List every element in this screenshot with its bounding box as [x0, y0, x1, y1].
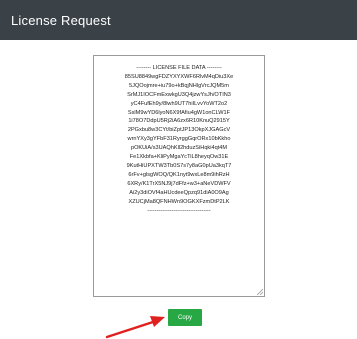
license-line: 6rFv+glsgWOQ/QK1nyt9wxLe8m9ihRzH: [128, 171, 230, 178]
license-line: 6XRy/K1TrX5NJ9j7dFfz+w3+aNeVDWFV: [127, 180, 231, 187]
license-text: -------- LICENSE FILE DATA -------- 85SU…: [96, 64, 262, 215]
license-line: pOKUiA/s3UAQhKll2hduzSiHqki4qt4M: [130, 145, 228, 152]
title-bar: License Request: [0, 0, 357, 40]
license-textarea[interactable]: -------- LICENSE FILE DATA -------- 85SU…: [93, 55, 265, 297]
license-line: 1i78O7DdpU5Rj2iA6zx6R10KnuQ2915Y: [128, 118, 230, 125]
license-footer-line: ----------------------------------: [147, 207, 211, 214]
license-line: 9KutHiUPXTW3Tb0S7s7y8aG0pUa3kqT7: [126, 162, 232, 169]
license-line: XZUCjMa8QFNHWn9OGKXFzmDtP2LK: [128, 198, 230, 205]
license-line: 5JQOojmre+iu79o+kBqjNHlgVrcJQM5m: [129, 82, 229, 89]
license-line: 85SU8849wgFDZYXYXWF6RlvM4qDiu3Xe: [124, 73, 234, 80]
license-line: Fe1Xkbfa+KliPyMgaYcTiL8heyqOw31E: [129, 154, 229, 161]
page-title: License Request: [11, 12, 111, 28]
license-line: 2PGxbu8w3CYt/biZptJP13OkpXJGAGcV: [127, 127, 231, 134]
resize-grip-icon[interactable]: [256, 288, 263, 295]
license-line: Ai2y3diOVf4aHUcdeeQpzq91diA0O9Ag: [129, 189, 229, 196]
license-line: wrnYXy3gYFbF31RyrggGqrORx10bKkho: [127, 136, 231, 143]
copy-button[interactable]: Copy: [168, 309, 202, 326]
license-header-line: -------- LICENSE FILE DATA --------: [136, 65, 222, 71]
license-line: yC4FufEh9y/8lwh9UT7hiILvvYoWT2o2: [130, 100, 228, 107]
license-line: SslM9wYD6lyoN6X9fAfiu4gW1onCLW1F: [127, 109, 231, 116]
license-line: SrMJ1IOCFmExwkgU3Q4jzwYsJh/OTIN3: [127, 91, 231, 98]
